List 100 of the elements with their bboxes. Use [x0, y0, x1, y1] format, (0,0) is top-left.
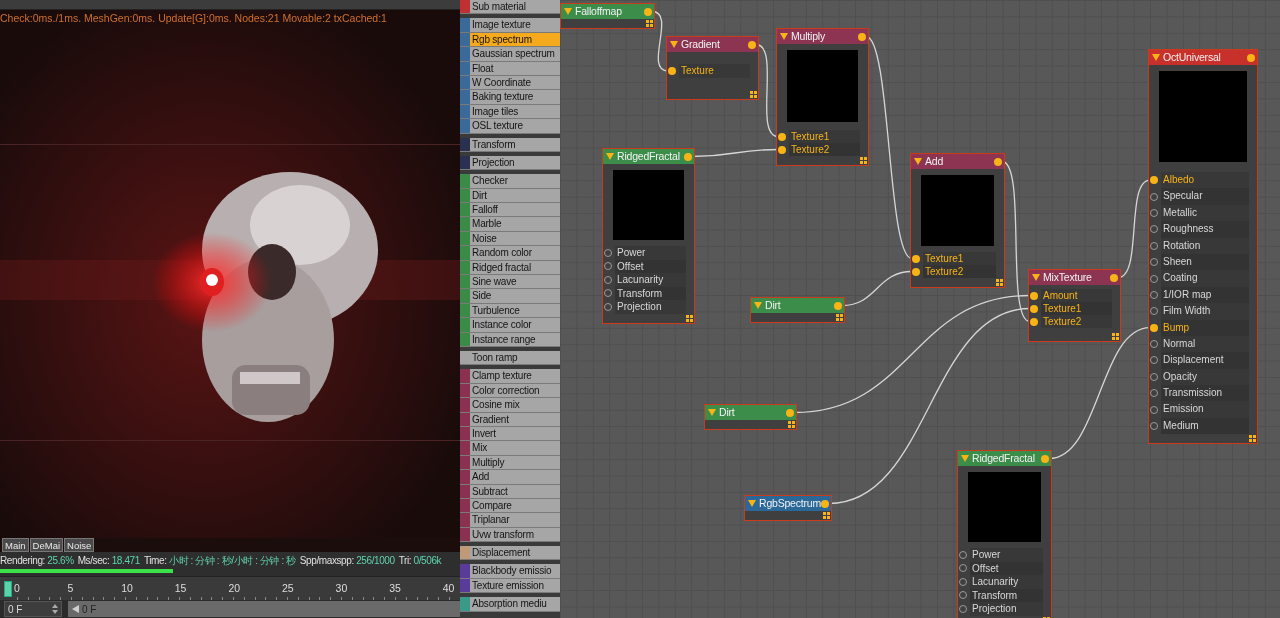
node[interactable]: RidgedFractal Power Offset Lacunarity Transform Projection [957, 450, 1052, 618]
node-header[interactable]: RidgedFractal [603, 149, 694, 164]
tick-label: 35 [389, 580, 402, 596]
node-header[interactable]: OctUniversal [1149, 50, 1257, 65]
port-label: Roughness [1161, 221, 1249, 238]
node-type-item[interactable]: Side [470, 289, 560, 303]
viewport-tab[interactable]: DeMai [29, 538, 64, 552]
status-label: Spp/maxspp: [299, 554, 355, 566]
node-type-item[interactable]: Cosine mix [470, 398, 560, 412]
node-type-item[interactable]: Add [470, 470, 560, 484]
viewport-tab[interactable]: Main [2, 538, 29, 552]
port-label: Projection [615, 300, 686, 314]
tick-label: 20 [228, 580, 242, 596]
port-label: Albedo [1161, 172, 1249, 189]
node-type-item[interactable]: Displacement [470, 546, 560, 560]
status-label: Ms/sec: [77, 554, 111, 566]
node-header[interactable]: Multiply [777, 29, 868, 44]
port-label: Emission [1161, 401, 1249, 418]
node-type-item[interactable]: Projection [470, 155, 560, 170]
node[interactable]: Add Texture1 Texture2 [910, 153, 1005, 288]
port-label: Lacunarity [970, 575, 1043, 589]
node-type-item[interactable]: Blackbody emissio [470, 564, 560, 578]
node-title: Gradient [681, 36, 721, 52]
frame-value: 0 F [82, 602, 97, 617]
node-title: Dirt [719, 404, 736, 420]
status-value: 0/506k [413, 554, 442, 566]
node-header[interactable]: Dirt [751, 298, 844, 313]
node[interactable]: Dirt [704, 404, 797, 430]
node-title: OctUniversal [1163, 49, 1222, 65]
node-type-item[interactable]: Toon ramp [470, 351, 560, 365]
node-type-item[interactable]: Image texture [470, 18, 560, 32]
node-type-item[interactable]: Sub material [470, 0, 560, 14]
node-header[interactable]: RidgedFractal [958, 451, 1051, 466]
port-label: Projection [970, 602, 1043, 616]
node[interactable]: Multiply Texture1 Texture2 [776, 28, 869, 166]
node-type-item[interactable]: Clamp texture [470, 369, 560, 383]
node-header[interactable]: Falloffmap [561, 4, 654, 19]
field-value: 0 F [8, 602, 23, 617]
port-label: Texture1 [923, 252, 996, 265]
node-type-item[interactable]: Transform [470, 137, 560, 151]
node[interactable]: Dirt [750, 297, 845, 323]
node-header[interactable]: Gradient [667, 37, 758, 52]
port-label: Texture2 [789, 143, 860, 156]
node-type-item[interactable]: Absorption mediu [470, 597, 560, 611]
status-value: 18.471 [111, 554, 140, 566]
node-header[interactable]: Add [911, 154, 1004, 169]
port-label: Amount [1041, 289, 1112, 302]
port-label: Lacunarity [615, 273, 686, 287]
status-label: Tri: [398, 554, 413, 566]
port-label: Displacement [1161, 352, 1249, 369]
node-type-item[interactable]: Checker [470, 174, 560, 188]
node-type-item[interactable]: Gaussian spectrum [470, 47, 560, 61]
tick-label: 15 [174, 580, 188, 596]
node-type-item[interactable]: Random color [470, 246, 560, 260]
port-label: Coating [1161, 270, 1249, 287]
node-type-item[interactable]: OSL texture [470, 119, 560, 133]
node[interactable]: Falloffmap [560, 3, 655, 29]
tick-label: 0 [14, 580, 21, 596]
render-stats: Check:0ms./1ms. MeshGen:0ms. Update[G]:0ms. Nodes:21 Movable:2 txCached:1 [0, 11, 388, 26]
node-title: MixTexture [1043, 269, 1093, 285]
node[interactable]: RgbSpectrum [744, 495, 832, 521]
tick-label: 40 [442, 580, 455, 596]
tick-label: 30 [335, 580, 349, 596]
node-header[interactable]: Dirt [705, 405, 796, 420]
node-header[interactable]: MixTexture [1029, 270, 1120, 285]
port-label: Film Width [1161, 303, 1249, 320]
node[interactable]: OctUniversal Albedo Specular Metallic Roughness Rotation Sheen Coating 1/IOR map Film Width Bump Normal Displacement Opacity Transmission Emission Medium [1148, 49, 1258, 445]
status-value: 256/1000 [356, 554, 395, 566]
node-type-item[interactable]: Marble [470, 217, 560, 231]
port-label: Texture2 [923, 265, 996, 278]
port-label: Texture1 [1041, 302, 1112, 315]
node-title: Add [925, 153, 945, 169]
node-type-item[interactable]: Falloff [470, 203, 560, 217]
node[interactable]: Gradient Texture [666, 36, 759, 100]
status-value: 25.6% [47, 554, 74, 566]
node-title: Multiply [791, 28, 826, 44]
node[interactable]: RidgedFractal Power Offset Lacunarity Transform Projection [602, 148, 695, 324]
tick-label: 25 [281, 580, 295, 596]
port-label: Power [615, 246, 686, 260]
node-type-item[interactable]: Triplanar [470, 513, 560, 527]
node-title: RidgedFractal [972, 450, 1036, 466]
port-label: Texture2 [1041, 315, 1112, 328]
node-type-item[interactable]: Mix [470, 441, 560, 455]
node-type-item[interactable]: Baking texture [470, 90, 560, 104]
status-label: Time: [143, 554, 168, 566]
node-type-item[interactable]: Sine wave [470, 275, 560, 289]
node-title: RidgedFractal [617, 148, 681, 164]
viewport-tab[interactable]: Noise [64, 538, 95, 552]
port-label: Texture [679, 64, 750, 78]
port-label: Transmission [1161, 385, 1249, 402]
tick-label: 10 [121, 580, 134, 596]
node[interactable]: MixTexture Amount Texture1 Texture2 [1028, 269, 1121, 342]
status-value: 小时 : 分钟 : 秒/小时 : 分钟 : 秒 [168, 554, 296, 566]
port-label: Specular [1161, 188, 1249, 205]
status-label: Rendering: [0, 554, 46, 566]
timeline-ruler[interactable]: 0 5 10 15 20 25 30 35 40 [0, 576, 460, 600]
tick-label: 5 [67, 580, 75, 596]
frame-field[interactable]: 0 F [4, 601, 62, 617]
node-type-item[interactable]: Instance color [470, 318, 560, 332]
node-header[interactable]: RgbSpectrum [745, 496, 831, 511]
